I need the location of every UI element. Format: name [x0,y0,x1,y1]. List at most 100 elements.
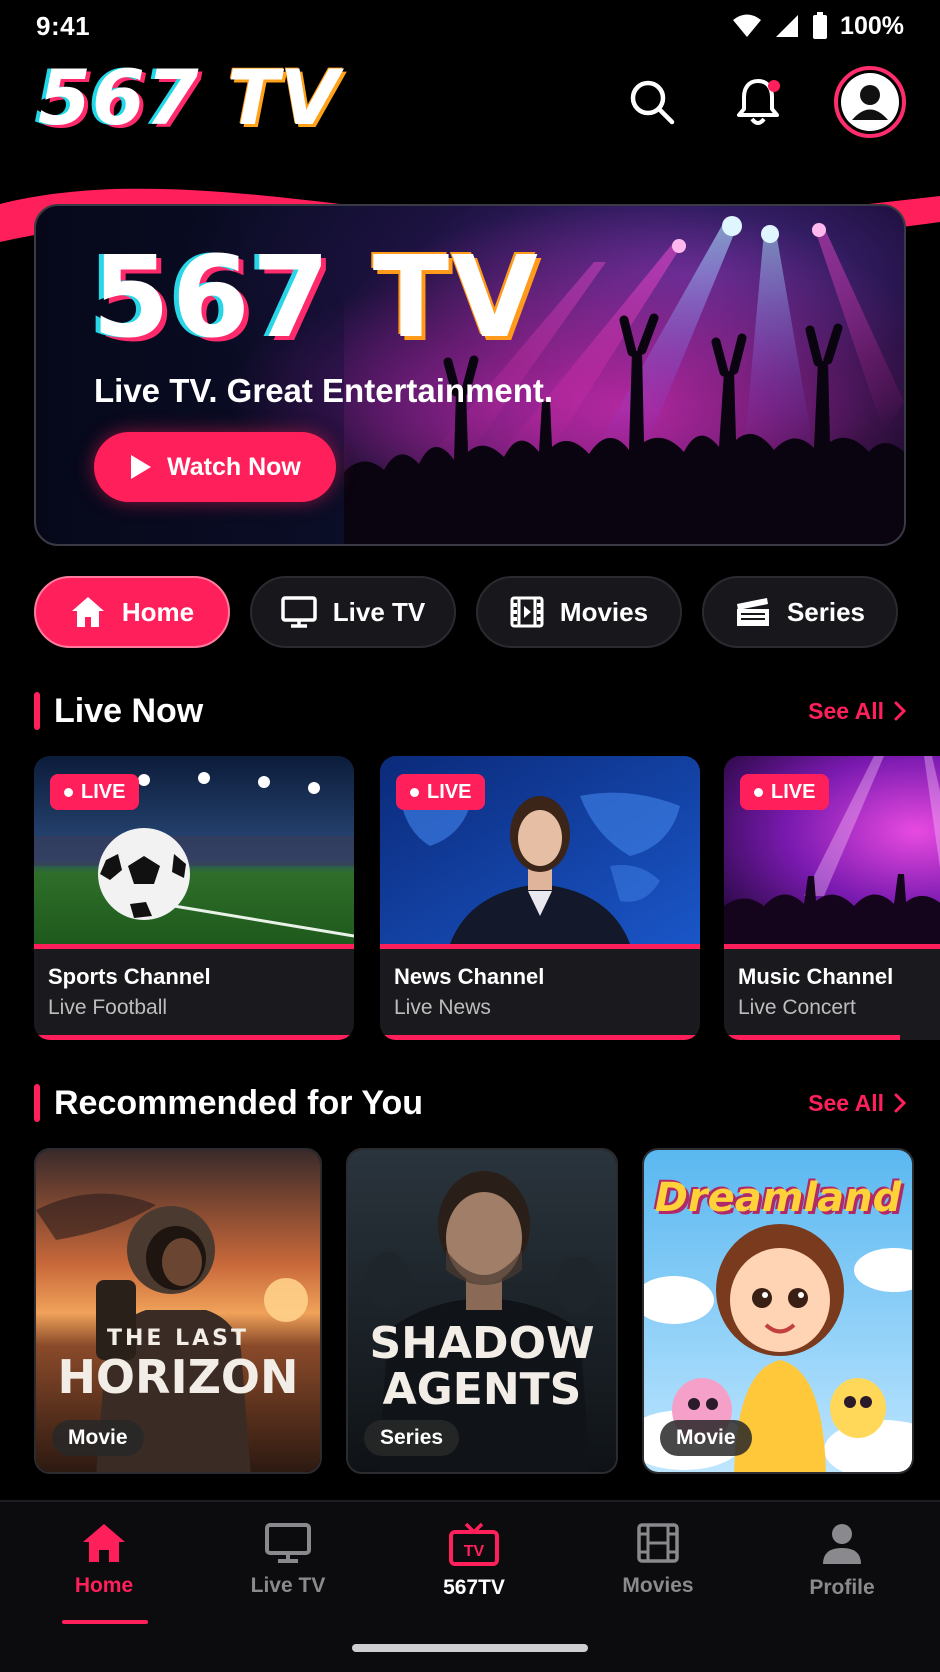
profile-avatar-button[interactable] [834,66,906,138]
hero-subtitle: Live TV. Great Entertainment. [94,372,554,409]
hero-title-number: 567 [92,233,332,363]
live-dot [754,787,763,797]
live-badge-label: LIVE [771,780,816,803]
poster-title-line1: SHADOW [369,1318,595,1369]
play-icon [131,455,152,479]
live-now-see-all[interactable]: See All [808,698,906,725]
card-accent-line [34,1035,354,1040]
section-accent-bar [34,1084,40,1122]
live-badge: LIVE [740,774,830,810]
live-progress-fill [724,944,940,949]
content-type-tag: Series [364,1420,460,1456]
recommended-carousel: THE LAST HORIZON Movie SHADOW AGENTS Ser… [34,1148,940,1474]
channel-name: Music Channel [738,964,894,989]
poster-title-small: THE LAST [106,1326,249,1351]
search-icon [630,80,675,125]
tab-movies-label: Movies [559,596,649,627]
channel-name: News Channel [394,964,545,989]
user-icon [841,73,899,131]
tv-icon [281,596,317,628]
live-progress-fill [380,944,700,949]
poster-title-line2: AGENTS [382,1364,582,1415]
status-time: 9:41 [36,10,91,41]
content-type-tag: Movie [52,1420,144,1456]
app-logo[interactable]: 567 TV [38,60,340,136]
category-tabs: Home Live TV Movies Series [34,576,906,648]
battery-percent: 100% [840,11,904,40]
notifications-button[interactable] [728,72,788,132]
wifi-icon [733,14,762,37]
live-now-header: Live Now See All [34,686,906,736]
chevron-right-icon [894,701,906,721]
logo-number: 567 [38,53,200,142]
home-indicator[interactable] [352,1644,588,1652]
header-actions [622,66,906,138]
tab-live-tv-label: Live TV [332,596,426,627]
nav-movies-label: Movies [622,1574,694,1597]
recommended-header: Recommended for You See All [34,1078,906,1128]
channel-desc: Live Football [48,996,168,1019]
watch-now-label: Watch Now [167,452,301,481]
tv-icon: TV [449,1522,499,1566]
rec-card-shadow-agents[interactable]: SHADOW AGENTS Series [346,1148,618,1474]
live-now-title: Live Now [54,691,204,730]
hero-banner[interactable]: 567 TV Live TV. Great Entertainment. Wat… [34,204,906,546]
svg-text:TV: TV [464,1543,485,1560]
nav-home-label: Home [74,1574,134,1597]
tab-movies[interactable]: Movies [476,576,682,648]
section-accent-bar [34,692,40,730]
hero-title: 567 TV [92,242,540,354]
tab-home-label: Home [121,596,195,627]
live-dot [410,787,419,797]
rec-card-the-last-horizon[interactable]: THE LAST HORIZON Movie [34,1148,322,1474]
live-now-title-wrap: Live Now [34,692,203,731]
tab-series-label: Series [786,596,866,627]
nav-movies[interactable]: Movies [578,1522,738,1632]
live-progress [724,944,940,949]
live-badge-label: LIVE [81,780,126,803]
live-badge: LIVE [396,774,486,810]
app-header: 567 TV [0,52,940,244]
see-all-label: See All [808,697,884,724]
chevron-right-icon [894,1093,906,1113]
live-card-sports[interactable]: LIVE Sports Channel Live Football [34,756,354,1040]
live-card-music[interactable]: LIVE Music Channel Live Concert [724,756,940,1040]
nav-profile-label: Profile [809,1576,875,1599]
home-icon [83,1524,125,1562]
battery-icon [813,12,828,39]
live-now-carousel: LIVE Sports Channel Live Football LIVE N… [34,756,940,1040]
poster-title-big: Dreamland [654,1175,902,1221]
hero-title-tv: TV [372,233,540,363]
recommended-title-wrap: Recommended for You [34,1084,423,1123]
monitor-icon [265,1523,311,1563]
nav-live-tv-label: Live TV [250,1574,326,1597]
notification-dot [768,80,780,92]
nav-567tv[interactable]: TV 567TV [394,1522,554,1632]
tab-live-tv[interactable]: Live TV [250,576,456,648]
watch-now-button[interactable]: Watch Now [94,432,336,502]
status-icons: 100% [732,12,904,41]
nav-live-tv[interactable]: Live TV [208,1522,368,1632]
logo-tv: TV [227,53,340,142]
rec-card-dreamland[interactable]: Dreamland Movie [642,1148,914,1474]
channel-name: Sports Channel [48,964,211,989]
card-accent-line [724,1035,900,1040]
live-badge: LIVE [50,774,140,810]
poster-title-big: HORIZON [57,1350,299,1404]
recommended-see-all[interactable]: See All [808,1090,906,1117]
nav-567tv-label: 567TV [443,1576,505,1599]
channel-desc: Live Concert [738,996,856,1019]
live-card-news[interactable]: LIVE News Channel Live News [380,756,700,1040]
film-icon [510,596,544,628]
nav-home[interactable]: Home [24,1522,184,1632]
home-icon [71,597,104,627]
live-dot [64,787,73,797]
tab-home[interactable]: Home [34,576,230,648]
search-button[interactable] [622,72,682,132]
live-badge-label: LIVE [427,780,472,803]
nav-profile[interactable]: Profile [762,1522,922,1632]
recommended-title: Recommended for You [54,1083,424,1122]
content-type-tag: Movie [660,1420,752,1456]
tab-series[interactable]: Series [702,576,898,648]
channel-desc: Live News [394,996,491,1019]
